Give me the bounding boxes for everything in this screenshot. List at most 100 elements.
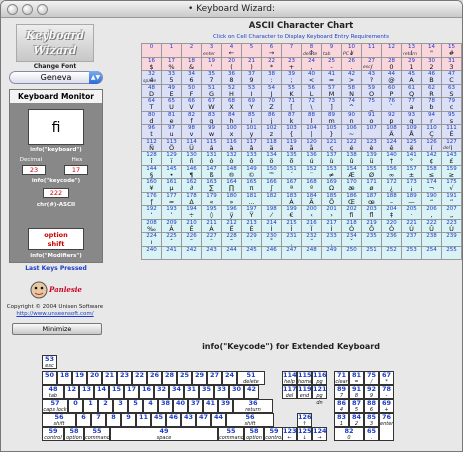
key-50[interactable]: 50 xyxy=(42,371,57,385)
ascii-cell-163[interactable]: 163 ∑ xyxy=(202,179,222,193)
key-2[interactable]: 2 xyxy=(98,399,113,413)
ascii-cell-88[interactable]: 88 l xyxy=(302,111,322,125)
ascii-cell-69[interactable]: 69 Y xyxy=(242,98,262,112)
key-67[interactable]: 67 * xyxy=(379,371,394,385)
ascii-cell-208[interactable]: 208 ‰ xyxy=(142,219,162,233)
ascii-cell-211[interactable]: 211 Á xyxy=(202,219,222,233)
ascii-cell-141[interactable]: 141 ° xyxy=(402,152,422,166)
ascii-cell-185[interactable]: 185 Õ xyxy=(322,192,342,206)
ascii-cell-221[interactable]: 221 Ú xyxy=(402,219,422,233)
ascii-cell-243[interactable]: 243 xyxy=(202,246,222,260)
key-43[interactable]: 43 xyxy=(181,413,196,427)
key-14[interactable]: 14 xyxy=(94,385,109,399)
ascii-cell-80[interactable]: 80 d xyxy=(142,111,162,125)
key-83[interactable]: 83 1 xyxy=(334,413,349,427)
ascii-cell-156[interactable]: 156 ∞ xyxy=(382,165,402,179)
ascii-cell-54[interactable]: 54 J xyxy=(262,84,282,98)
ascii-cell-28[interactable]: 28 0 xyxy=(382,57,402,71)
ascii-cell-209[interactable]: 209 Â xyxy=(162,219,182,233)
ascii-cell-191[interactable]: 191” xyxy=(442,192,462,206)
key-69[interactable]: 69 + xyxy=(379,399,394,413)
ascii-cell-188[interactable]: 188– xyxy=(382,192,402,206)
ascii-cell-71[interactable]: 71[ xyxy=(282,98,302,112)
ascii-cell-86[interactable]: 86 j xyxy=(262,111,282,125)
ascii-cell-137[interactable]: 137 ù xyxy=(322,152,342,166)
ascii-cell-134[interactable]: 134 ö xyxy=(262,152,282,166)
key-34[interactable]: 34 xyxy=(169,385,184,399)
ascii-cell-96[interactable]: 96 t xyxy=(142,125,162,139)
ascii-cell-133[interactable]: 133 ô xyxy=(242,152,262,166)
minimize-button[interactable]: Minimize xyxy=(12,323,102,335)
key-32[interactable]: 32 xyxy=(154,385,169,399)
ascii-cell-105[interactable]: 105} xyxy=(322,125,342,139)
key-1[interactable]: 1 xyxy=(83,399,98,413)
ascii-cell-181[interactable]: 181… xyxy=(242,192,262,206)
key-58[interactable]: 58 option xyxy=(64,427,84,441)
ascii-cell-250[interactable]: 250 xyxy=(342,246,362,260)
ascii-cell-178[interactable]: 178 ∆ xyxy=(182,192,202,206)
ascii-cell-41[interactable]: 41 = xyxy=(322,71,342,85)
ascii-cell-95[interactable]: 95 s xyxy=(442,111,462,125)
ascii-cell-142[interactable]: 142 ¢ xyxy=(422,152,442,166)
ascii-cell-111[interactable]: 111 É xyxy=(442,125,462,139)
ascii-cell-18[interactable]: 18 & xyxy=(182,57,202,71)
ascii-cell-120[interactable]: 120 å xyxy=(302,138,322,152)
ascii-cell-119[interactable]: 119 ã xyxy=(282,138,302,152)
ascii-cell-49[interactable]: 49 E xyxy=(162,84,182,98)
ascii-cell-199[interactable]: 199 € xyxy=(282,206,302,220)
ascii-cell-201[interactable]: 201 › xyxy=(322,206,342,220)
ascii-cell-63[interactable]: 63 S xyxy=(442,84,462,98)
ascii-cell-114[interactable]: 114 Ü xyxy=(182,138,202,152)
ascii-cell-110[interactable]: 110 Ç xyxy=(422,125,442,139)
key-56[interactable]: 56 shift xyxy=(226,413,274,427)
key-86[interactable]: 86 4 xyxy=(334,399,349,413)
ascii-cell-238[interactable]: 238 xyxy=(422,233,442,247)
key-115[interactable]: 115 home xyxy=(297,371,312,385)
key-7[interactable]: 7 xyxy=(91,413,106,427)
ascii-cell-66[interactable]: 66 V xyxy=(182,98,202,112)
ascii-cell-70[interactable]: 70 Z xyxy=(262,98,282,112)
ascii-cell-160[interactable]: 160 ¥ xyxy=(142,179,162,193)
ascii-cell-190[interactable]: 190 “ xyxy=(422,192,442,206)
ascii-cell-121[interactable]: 121 ç xyxy=(322,138,342,152)
key-59[interactable]: 59 control xyxy=(264,427,284,441)
ascii-cell-226[interactable]: 226 ˜ xyxy=(182,233,202,247)
key-49[interactable]: 49 space xyxy=(110,427,218,441)
ascii-cell-170[interactable]: 170 æ xyxy=(342,179,362,193)
ascii-cell-131[interactable]: 131 ó xyxy=(202,152,222,166)
key-88[interactable]: 88 6 xyxy=(364,399,379,413)
ascii-cell-148[interactable]: 148 ® xyxy=(222,165,242,179)
ascii-cell-46[interactable]: 46 B xyxy=(422,71,442,85)
ascii-cell-214[interactable]: 214 Í xyxy=(262,219,282,233)
ascii-cell-109[interactable]: 109 Å xyxy=(402,125,422,139)
ascii-cell-38[interactable]: 38: xyxy=(262,71,282,85)
key-5[interactable]: 5 xyxy=(128,399,143,413)
ascii-cell-17[interactable]: 17% xyxy=(162,57,182,71)
ascii-cell-1[interactable]: 1 xyxy=(162,44,182,58)
ascii-cell-186[interactable]: 186 Œ xyxy=(342,192,362,206)
ascii-cell-220[interactable]: 220 Ò xyxy=(382,219,402,233)
ascii-cell-205[interactable]: 205 · xyxy=(402,206,422,220)
ascii-cell-107[interactable]: 107 xyxy=(362,125,382,139)
ascii-cell-207[interactable]: 207 „ xyxy=(442,206,462,220)
ascii-cell-187[interactable]: 187 œ xyxy=(362,192,382,206)
ascii-cell-242[interactable]: 242 xyxy=(182,246,202,260)
ascii-cell-161[interactable]: 161 µ xyxy=(162,179,182,193)
ascii-cell-177[interactable]: 177 ≈ xyxy=(162,192,182,206)
ascii-cell-74[interactable]: 74 ^ xyxy=(342,98,362,112)
key-87[interactable]: 87 5 xyxy=(349,399,364,413)
ascii-cell-229[interactable]: 229 ˙ xyxy=(242,233,262,247)
key-84[interactable]: 84 2 xyxy=(349,413,364,427)
ascii-cell-85[interactable]: 85 i xyxy=(242,111,262,125)
ascii-cell-89[interactable]: 89 m xyxy=(322,111,342,125)
key-37[interactable]: 37 xyxy=(188,399,203,413)
ascii-cell-99[interactable]: 99 w xyxy=(202,125,222,139)
ascii-cell-218[interactable]: 218 Ó xyxy=(342,219,362,233)
zoom-icon[interactable] xyxy=(37,4,48,15)
key-22[interactable]: 22 xyxy=(132,371,147,385)
ascii-cell-72[interactable]: 72 \ xyxy=(302,98,322,112)
key-92[interactable]: 92 9 xyxy=(364,385,379,399)
ascii-cell-143[interactable]: 143 £ xyxy=(442,152,462,166)
ascii-cell-77[interactable]: 77 a xyxy=(402,98,422,112)
ascii-cell-233[interactable]: 233 ˛ xyxy=(322,233,342,247)
